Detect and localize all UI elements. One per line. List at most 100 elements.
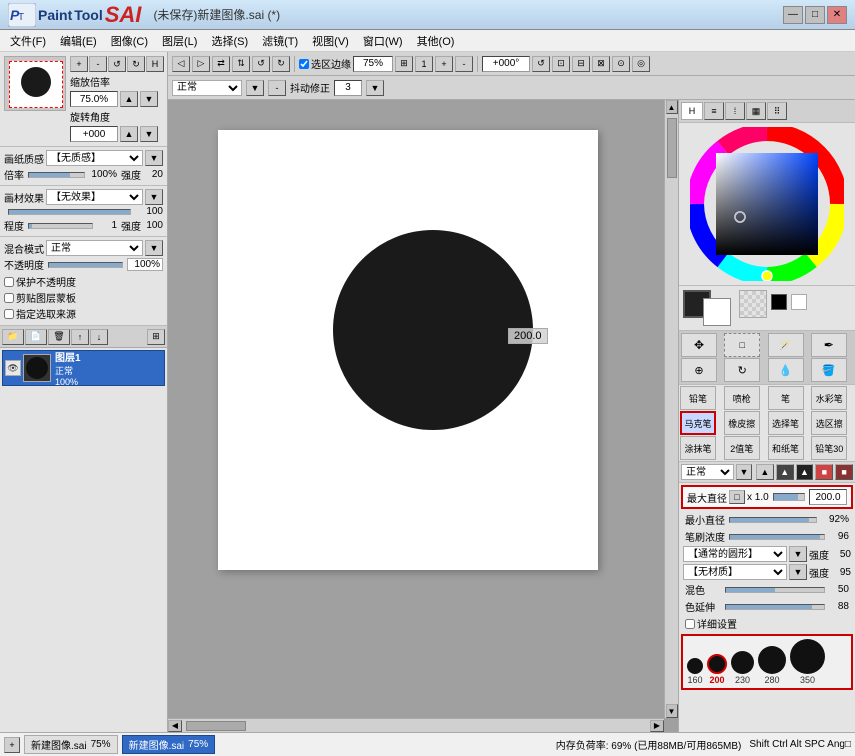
material-effect-open[interactable]: ▼	[145, 189, 163, 205]
material-strength-slider[interactable]	[8, 209, 131, 215]
layer-visibility-toggle[interactable]: 👁	[5, 360, 21, 376]
zoom-up[interactable]: ▲	[120, 91, 138, 107]
brush-style-2[interactable]: ▲	[776, 464, 794, 480]
tool-eyedropper[interactable]: 💧	[768, 358, 804, 382]
brush-material-open[interactable]: ▼	[789, 564, 807, 580]
scroll-left-btn[interactable]: ◀	[168, 720, 182, 732]
menu-filter[interactable]: 滤镜(T)	[256, 31, 304, 51]
close-btn[interactable]: ✕	[827, 6, 847, 24]
brush-shape-open[interactable]: ▼	[789, 546, 807, 562]
brush-size-200[interactable]: 200	[707, 654, 727, 685]
layer-item[interactable]: 👁 图层1 正常 100%	[2, 350, 165, 386]
zoom-plus-btn[interactable]: +	[435, 56, 453, 72]
zoom-actual-btn[interactable]: 1	[415, 56, 433, 72]
brush-material-select[interactable]: 【无材质】	[683, 564, 787, 580]
canvas-blend-minus[interactable]: -	[268, 80, 286, 96]
menu-image[interactable]: 图像(C)	[105, 31, 154, 51]
minimize-btn[interactable]: —	[783, 6, 803, 24]
menu-window[interactable]: 窗口(W)	[357, 31, 409, 51]
brush-size-230[interactable]: 230	[731, 651, 754, 685]
tool-pen-nib[interactable]: ✒	[811, 333, 847, 357]
nav-reset[interactable]: H	[146, 56, 164, 72]
scroll-thumb-h[interactable]	[186, 721, 246, 731]
scrollbar-horizontal[interactable]: ◀ ▶	[168, 718, 664, 732]
menu-view[interactable]: 视图(V)	[306, 31, 355, 51]
selection-source-check[interactable]: 指定选取来源	[4, 306, 163, 321]
flip-v-btn[interactable]: ⇅	[232, 56, 250, 72]
tool-smear[interactable]: 涂抹笔	[680, 436, 716, 460]
scroll-thumb-v[interactable]	[667, 118, 677, 178]
status-tab-1[interactable]: 新建图像.sai 75%	[24, 735, 118, 754]
layer-up-btn[interactable]: ↑	[71, 329, 89, 345]
color-white[interactable]	[791, 294, 807, 310]
angle-down[interactable]: ▼	[140, 126, 158, 142]
brush-size-280[interactable]: 280	[758, 646, 786, 685]
zoom-input[interactable]	[70, 91, 118, 107]
tool-select-eraser[interactable]: 选区擦	[811, 411, 847, 435]
color-mode-strip-v[interactable]: ⁞	[725, 102, 745, 120]
brush-mode-select[interactable]: 正常	[681, 464, 734, 480]
rotate-ccw-btn[interactable]: ↺	[252, 56, 270, 72]
brush-style-1[interactable]: ▲	[756, 464, 774, 480]
angle-value-input[interactable]	[482, 56, 530, 72]
brush-mode-open[interactable]: ▼	[736, 464, 752, 480]
blend-color-slider[interactable]	[725, 587, 825, 593]
new-layer-btn[interactable]: 📄	[25, 329, 47, 345]
opacity-slider[interactable]	[48, 262, 123, 268]
tool-airbrush[interactable]: 喷枪	[724, 386, 760, 410]
tool-zoom[interactable]: ⊕	[681, 358, 717, 382]
tool-move[interactable]: ✥	[681, 333, 717, 357]
brush-size-350[interactable]: 350	[790, 639, 825, 685]
extra-btn3[interactable]: ◎	[632, 56, 650, 72]
color-mode-box[interactable]: ▦	[746, 102, 766, 120]
extra-btn2[interactable]: ⊙	[612, 56, 630, 72]
delete-layer-btn[interactable]: 🗑	[48, 329, 70, 345]
brush-density-slider[interactable]	[729, 534, 825, 540]
zoom-down[interactable]: ▼	[140, 91, 158, 107]
mirror-h-btn[interactable]: ⊡	[552, 56, 570, 72]
blend-mode-select[interactable]: 正常	[46, 240, 143, 256]
angle-up[interactable]: ▲	[120, 126, 138, 142]
zoom-fit-btn[interactable]: ⊞	[395, 56, 413, 72]
tool-select-pen[interactable]: 选择笔	[768, 411, 804, 435]
color-picker-container[interactable]	[690, 127, 844, 281]
tool-rotate[interactable]: ↻	[724, 358, 760, 382]
stabilizer-open[interactable]: ▼	[366, 80, 384, 96]
max-diameter-value[interactable]	[809, 489, 847, 505]
material-effect-select[interactable]: 【无效果】	[46, 189, 143, 205]
rotate-cw-btn[interactable]: ↻	[272, 56, 290, 72]
menu-other[interactable]: 其他(O)	[411, 31, 461, 51]
layer-down-btn[interactable]: ↓	[90, 329, 108, 345]
nav-zoom-in[interactable]: +	[70, 56, 88, 72]
tool-select-rect[interactable]: □	[724, 333, 760, 357]
brush-style-5[interactable]: ■	[835, 464, 853, 480]
max-diameter-lock[interactable]: □	[729, 490, 745, 504]
blend-mode-open[interactable]: ▼	[145, 240, 163, 256]
status-tab-2[interactable]: 新建图像.sai 75%	[122, 735, 216, 754]
mirror-v-btn[interactable]: ⊟	[572, 56, 590, 72]
canvas-container[interactable]: 200.0 ▲ ▼ ◀ ▶	[168, 100, 678, 732]
canvas-blend-open[interactable]: ▼	[246, 80, 264, 96]
clip-layer-mask-check[interactable]: 剪贴图层蒙板	[4, 290, 163, 305]
color-mode-h[interactable]: H	[681, 102, 703, 120]
scrollbar-vertical[interactable]: ▲ ▼	[664, 100, 678, 718]
canvas-blend-mode[interactable]: 正常	[172, 80, 242, 96]
tool-eraser[interactable]: 橡皮擦	[724, 411, 760, 435]
tool-fill[interactable]: 🪣	[811, 358, 847, 382]
new-file-btn[interactable]: +	[4, 737, 20, 753]
material-degree-slider[interactable]	[28, 223, 93, 229]
brush-size-160[interactable]: 160	[687, 658, 703, 685]
paper-texture-select[interactable]: 【无质感】	[46, 150, 143, 166]
color-mode-dots[interactable]: ⠿	[767, 102, 787, 120]
zoom-minus-btn[interactable]: -	[455, 56, 473, 72]
tool-pen[interactable]: 笔	[768, 386, 804, 410]
brush-shape-select[interactable]: 【通常的圆形】	[683, 546, 787, 562]
menu-file[interactable]: 文件(F)	[4, 31, 52, 51]
maximize-btn[interactable]: □	[805, 6, 825, 24]
detail-settings-check[interactable]: 详细设置	[685, 616, 849, 631]
tool-magic-wand[interactable]: 🪄	[768, 333, 804, 357]
tool-2value[interactable]: 2值笔	[724, 436, 760, 460]
color-mode-strip-h[interactable]: ≡	[704, 102, 724, 120]
flip-h-btn[interactable]: ⇄	[212, 56, 230, 72]
tool-washi[interactable]: 和纸笔	[768, 436, 804, 460]
